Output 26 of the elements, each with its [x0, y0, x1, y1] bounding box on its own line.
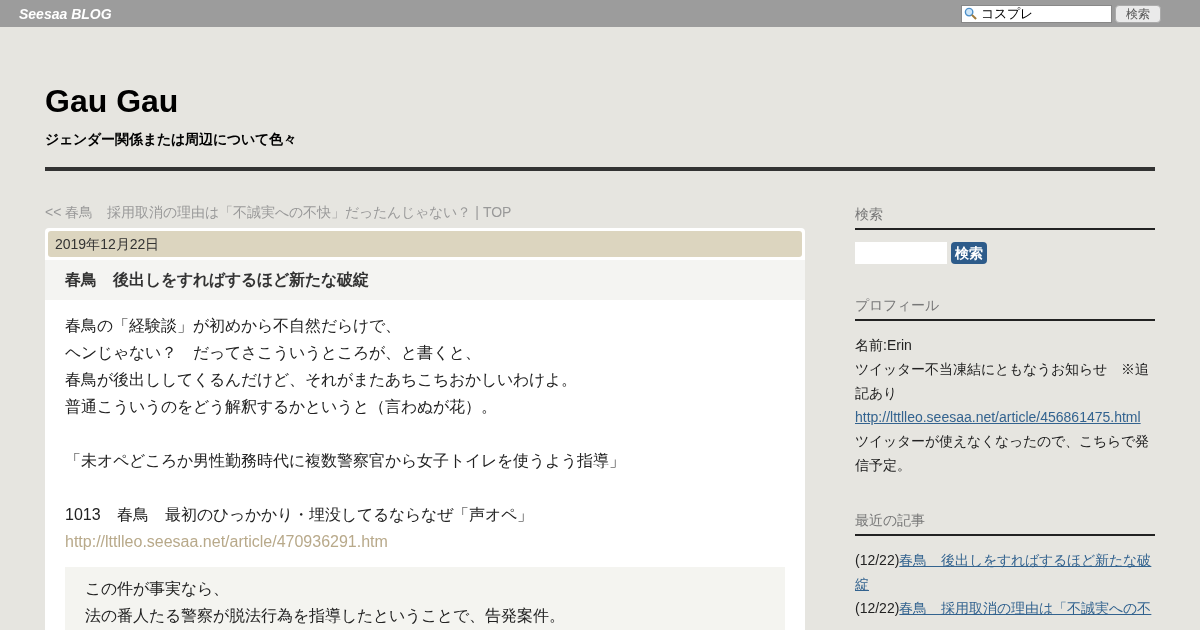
article-title: 春鳥 後出しをすればするほど新たな破綻	[45, 260, 805, 300]
top-search-button[interactable]: 検索	[1115, 4, 1161, 23]
body-text: ヘンじゃない？ だってさこういうところが、と書くと、	[65, 343, 482, 363]
blog-title[interactable]: Gau Gau	[45, 81, 1155, 121]
profile-text: 名前:Erin	[855, 336, 913, 355]
sidebar-heading: 最近の記事	[855, 510, 1155, 536]
top-search-field[interactable]: コスプレ	[961, 4, 1112, 23]
body-text: 春鳥の「経験談」が初めから不自然だらけで、	[65, 316, 402, 336]
profile-text: ツイッター不当凍結にともなうお知らせ ※追記あり	[855, 360, 1150, 403]
recent-article-entry[interactable]: (12/22)春鳥 採用取消の理由は「不誠実への不	[855, 596, 1155, 620]
body-text: 普通こういうのをどう解釈するかというと（言わぬが花）。	[65, 397, 498, 417]
body-text: 春鳥が後出ししてくるんだけど、それがまたあちこちおかしいわけよ。	[65, 370, 578, 390]
body-text: 1013 春鳥 最初のひっかかり・埋没してるならなぜ「声オペ」	[65, 505, 534, 525]
body-text: 「未オペどころか男性勤務時代に複数警察官から女子トイレを使うよう指導」	[65, 451, 626, 471]
blog-subtitle: ジェンダー関係または周辺について色々	[45, 130, 298, 149]
profile-link[interactable]: http://lttlleo.seesaa.net/article/456861475.html	[855, 409, 1141, 425]
nav-separator: |	[475, 203, 479, 222]
sidebar-heading: 検索	[855, 204, 1155, 230]
recent-article-entry[interactable]: (12/22)春鳥 後出しをすればするほど新たな破綻	[855, 548, 1155, 596]
search-icon	[964, 7, 977, 20]
sidebar-search-button[interactable]: 検索	[951, 242, 987, 264]
article-date: 2019年12月22日	[48, 231, 802, 257]
profile-text: ツイッターが使えなくなったので、こちらで発信予定。	[855, 432, 1150, 475]
sidebar-search-field[interactable]	[855, 242, 947, 264]
sidebar-heading: プロフィール	[855, 295, 1155, 321]
blockquote: この件が事実なら、 法の番人たる警察が脱法行為を指導したということで、告発案件。	[65, 567, 785, 630]
